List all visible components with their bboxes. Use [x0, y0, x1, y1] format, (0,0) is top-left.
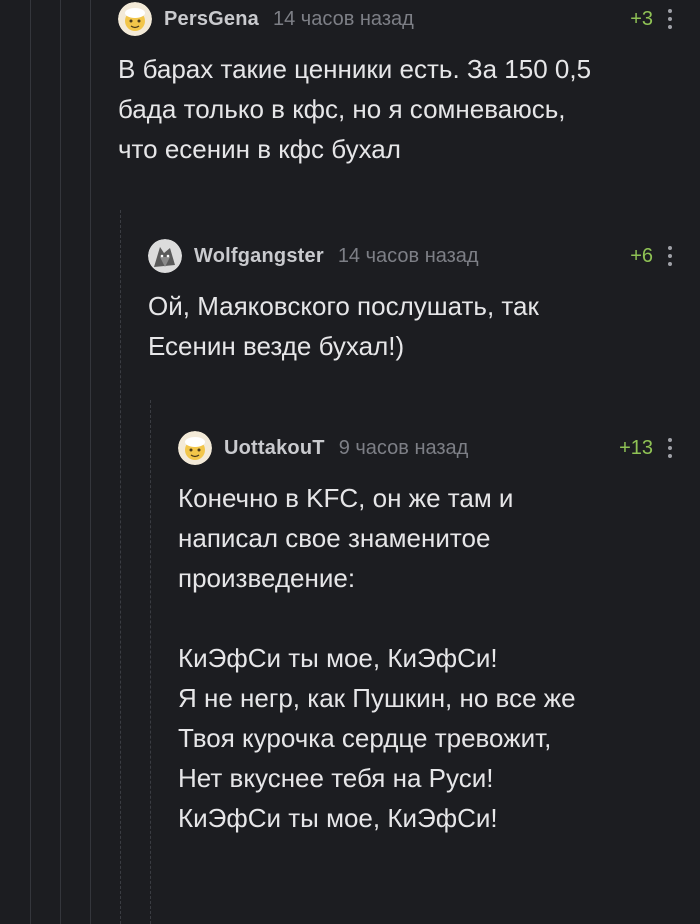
comment-text: В барах такие ценники есть. За 150 0,5 б… [118, 54, 592, 164]
timestamp: 14 часов назад [337, 244, 479, 267]
avatar[interactable] [118, 2, 152, 36]
more-options-icon[interactable] [667, 9, 673, 29]
avatar[interactable] [178, 431, 212, 465]
thread-line [60, 0, 61, 924]
username[interactable]: UottakouT [224, 437, 325, 460]
rating: +3 [630, 7, 653, 30]
comment: PersGena 14 часов назад +3 В барах такие… [118, 2, 673, 169]
avatar[interactable] [148, 239, 182, 273]
thread-line [90, 0, 91, 924]
more-options-icon[interactable] [667, 438, 673, 458]
comment-header: PersGena 14 часов назад +3 [118, 2, 673, 36]
comment-header: UottakouT 9 часов назад +13 [178, 431, 673, 465]
thread-line [120, 210, 121, 924]
comment-text: Конечно в KFC, он же там и написал свое … [178, 483, 576, 833]
rating: +13 [619, 436, 653, 459]
username[interactable]: Wolfgangster [194, 245, 324, 268]
comment: Wolfgangster 14 часов назад +6 Ой, Маяко… [148, 239, 673, 366]
comment-header: Wolfgangster 14 часов назад +6 [148, 239, 673, 273]
thread-line [150, 400, 151, 924]
username[interactable]: PersGena [164, 8, 259, 31]
comment: UottakouT 9 часов назад +13 Конечно в KF… [178, 431, 673, 838]
more-options-icon[interactable] [667, 246, 673, 266]
thread-line [30, 0, 31, 924]
comment-text: Ой, Маяковского послушать, так Есенин ве… [148, 291, 539, 361]
rating: +6 [630, 244, 653, 267]
timestamp: 14 часов назад [273, 7, 414, 30]
timestamp: 9 часов назад [338, 436, 469, 459]
